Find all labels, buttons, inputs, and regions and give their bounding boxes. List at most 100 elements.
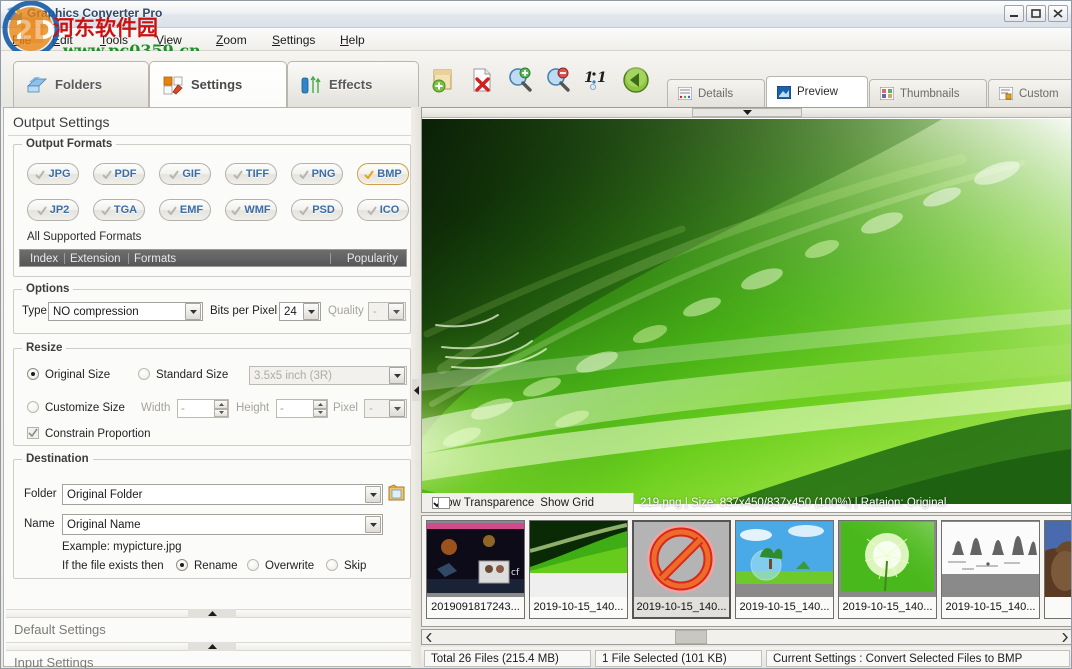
height-stepper[interactable]: -	[276, 399, 328, 418]
radio-original-size[interactable]	[27, 368, 39, 380]
menu-edit[interactable]: Edit	[49, 32, 76, 48]
section-input-settings[interactable]: Input Settings	[6, 651, 418, 669]
thumbnail-item[interactable]: 2019-10-15_140...	[529, 520, 628, 619]
pixel-unit-select[interactable]: -	[364, 399, 407, 418]
preview-pane: Show Transparence Show Grid 219.png | Si…	[421, 107, 1072, 513]
pixel-label: Pixel	[333, 402, 358, 414]
tab-custom[interactable]: Custom	[988, 79, 1072, 107]
height-decrement[interactable]	[313, 409, 327, 418]
width-increment[interactable]	[214, 400, 228, 409]
standard-size-select[interactable]: 3.5x5 inch (3R)	[249, 366, 407, 385]
quality-value: -	[369, 306, 388, 318]
preview-vertical-handle[interactable]	[422, 108, 1072, 118]
radio-skip[interactable]	[326, 559, 338, 571]
tab-preview[interactable]: Preview	[766, 76, 868, 107]
default-settings-collapse-handle[interactable]	[6, 609, 418, 618]
menu-file[interactable]: File	[9, 32, 34, 48]
formats-list-header[interactable]: Index Extension Formats Popularity	[19, 249, 407, 267]
radio-overwrite[interactable]	[247, 559, 259, 571]
tab-folders[interactable]: Folders	[13, 61, 149, 107]
format-button-gif[interactable]: GIF	[159, 163, 211, 185]
app-icon	[7, 6, 23, 22]
bits-per-pixel-select[interactable]: 24	[279, 302, 321, 321]
scrollbar-thumb[interactable]	[675, 630, 707, 644]
format-button-ico[interactable]: ICO	[357, 199, 409, 221]
thumbnail-item[interactable]: 2019-1	[1044, 520, 1072, 619]
scroll-right-icon[interactable]	[1057, 630, 1072, 644]
width-decrement[interactable]	[214, 409, 228, 418]
radio-rename[interactable]	[176, 559, 188, 571]
thumbnail-strip[interactable]: cf 2019091817243... 2019-10-15_140...	[421, 515, 1072, 627]
height-increment[interactable]	[313, 400, 327, 409]
format-button-bmp[interactable]: BMP	[357, 163, 409, 185]
tab-custom-label: Custom	[1019, 88, 1059, 100]
thumbnail-image: cf	[427, 521, 524, 597]
details-icon	[678, 87, 692, 100]
thumbnail-item[interactable]: 2019-10-15_140...	[941, 520, 1040, 619]
scrollbar-track[interactable]	[437, 630, 1057, 644]
thumbnail-item[interactable]: 2019-10-15_140...	[735, 520, 834, 619]
zoom-in-button[interactable]	[505, 65, 535, 95]
radio-customize-size[interactable]	[27, 401, 39, 413]
quality-select[interactable]: -	[368, 302, 406, 321]
check-icon	[169, 170, 179, 179]
tab-settings[interactable]: Settings	[149, 61, 287, 107]
actual-size-button[interactable]: 1 1	[581, 65, 611, 95]
show-grid-checkbox[interactable]	[438, 497, 450, 509]
format-button-tga[interactable]: TGA	[93, 199, 145, 221]
actual-size-1to1-icon: 1 1	[583, 67, 609, 93]
format-button-psd[interactable]: PSD	[291, 199, 343, 221]
radio-standard-size[interactable]	[138, 368, 150, 380]
window-title: Graphics Converter Pro	[27, 6, 162, 20]
destination-folder-input[interactable]: Original Folder	[62, 484, 383, 505]
browse-folder-icon[interactable]	[388, 484, 406, 503]
menu-zoom[interactable]: Zoom	[213, 32, 250, 48]
format-button-jp2[interactable]: JP2	[27, 199, 79, 221]
check-icon	[364, 170, 374, 179]
format-button-jpg[interactable]: JPG	[27, 163, 79, 185]
scroll-left-icon[interactable]	[422, 630, 437, 644]
tab-details[interactable]: Details	[667, 79, 765, 107]
add-folder-button[interactable]	[429, 65, 459, 95]
compression-type-value: NO compression	[49, 306, 185, 318]
delete-file-button[interactable]	[467, 65, 497, 95]
thumbnail-item[interactable]: cf 2019091817243...	[426, 520, 525, 619]
tab-effects-label: Effects	[329, 77, 372, 92]
close-button[interactable]	[1048, 5, 1068, 22]
svg-text:1: 1	[584, 70, 594, 86]
format-button-wmf[interactable]: WMF	[225, 199, 277, 221]
format-label: PSD	[312, 204, 335, 216]
input-settings-collapse-handle[interactable]	[6, 642, 418, 651]
original-size-label: Original Size	[45, 369, 110, 381]
thumbnail-scrollbar[interactable]	[421, 629, 1072, 645]
folders-icon	[26, 74, 48, 96]
width-stepper[interactable]: -	[177, 399, 229, 418]
menu-view[interactable]: View	[153, 32, 185, 48]
compression-type-select[interactable]: NO compression	[48, 302, 203, 321]
format-button-pdf[interactable]: PDF	[93, 163, 145, 185]
tab-effects[interactable]: Effects	[287, 61, 419, 107]
check-icon	[367, 206, 377, 215]
constrain-proportion-checkbox[interactable]	[27, 427, 39, 439]
thumbnail-item[interactable]: 2019-10-15_140...	[838, 520, 937, 619]
destination-legend: Destination	[22, 453, 93, 465]
zoom-out-button[interactable]	[543, 65, 573, 95]
menu-help[interactable]: Help	[337, 32, 368, 48]
format-button-tiff[interactable]: TIFF	[225, 163, 277, 185]
back-button[interactable]	[621, 65, 651, 95]
menu-settings[interactable]: Settings	[269, 32, 318, 48]
collapse-panel-button[interactable]	[412, 379, 420, 401]
destination-name-input[interactable]: Original Name	[62, 514, 383, 535]
maximize-button[interactable]	[1026, 5, 1046, 22]
minimize-button[interactable]	[1004, 5, 1024, 22]
format-button-emf[interactable]: EMF	[159, 199, 211, 221]
tab-thumbnails[interactable]: Thumbnails	[869, 79, 987, 107]
width-value: -	[178, 403, 214, 415]
menu-tools[interactable]: Tools	[97, 32, 131, 48]
thumbnail-caption: 2019-10-15_140...	[736, 597, 833, 617]
thumbnail-item[interactable]: 2019-10-15_140...	[632, 520, 731, 619]
format-button-png[interactable]: PNG	[291, 163, 343, 185]
section-default-settings[interactable]: Default Settings	[6, 618, 418, 641]
thumbnail-caption: 2019091817243...	[427, 597, 524, 617]
example-filename: Example: mypicture.jpg	[62, 541, 182, 553]
